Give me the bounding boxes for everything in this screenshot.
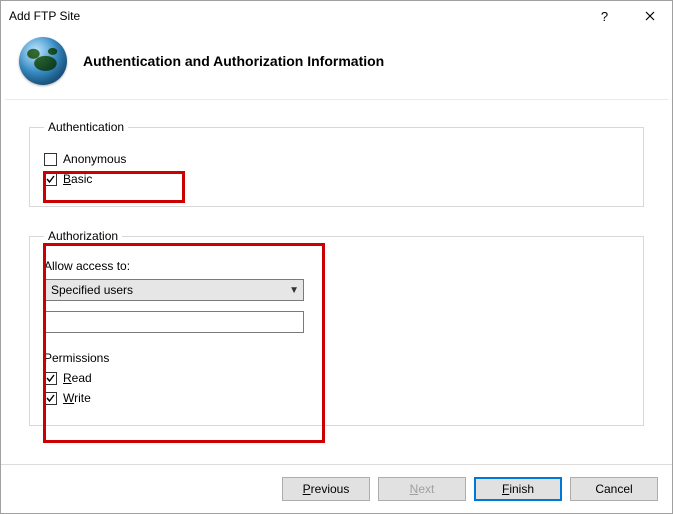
cancel-button[interactable]: Cancel bbox=[570, 477, 658, 501]
chevron-down-icon: ▼ bbox=[289, 285, 299, 296]
wizard-body: Authentication Anonymous Basic Authoriza… bbox=[1, 100, 672, 464]
wizard-header: Authentication and Authorization Informa… bbox=[1, 31, 672, 99]
read-row: Read bbox=[44, 371, 629, 385]
read-checkbox[interactable] bbox=[44, 372, 57, 385]
basic-row: Basic bbox=[44, 172, 629, 186]
allow-access-value: Specified users bbox=[51, 283, 133, 297]
allow-access-select[interactable]: Specified users ▼ bbox=[44, 279, 304, 301]
authorization-group: Authorization Allow access to: Specified… bbox=[29, 229, 644, 426]
users-input[interactable] bbox=[44, 311, 304, 333]
finish-button[interactable]: Finish bbox=[474, 477, 562, 501]
write-row: Write bbox=[44, 391, 629, 405]
help-button[interactable]: ? bbox=[582, 1, 627, 31]
wizard-footer: Previous Next Finish Cancel bbox=[1, 464, 672, 513]
authentication-group: Authentication Anonymous Basic bbox=[29, 120, 644, 207]
anonymous-label: Anonymous bbox=[63, 152, 126, 166]
read-label: Read bbox=[63, 371, 92, 385]
titlebar: Add FTP Site ? bbox=[1, 1, 672, 31]
write-label: Write bbox=[63, 391, 91, 405]
globe-icon bbox=[19, 37, 67, 85]
page-title: Authentication and Authorization Informa… bbox=[83, 53, 384, 69]
basic-checkbox[interactable] bbox=[44, 173, 57, 186]
anonymous-row: Anonymous bbox=[44, 152, 629, 166]
close-icon bbox=[645, 11, 655, 21]
previous-button[interactable]: Previous bbox=[282, 477, 370, 501]
allow-access-label: Allow access to: bbox=[44, 259, 629, 273]
basic-label: Basic bbox=[63, 172, 92, 186]
next-button: Next bbox=[378, 477, 466, 501]
authorization-legend: Authorization bbox=[44, 229, 122, 243]
dialog-add-ftp-site: Add FTP Site ? Authentication and Author… bbox=[0, 0, 673, 514]
permissions-label: Permissions bbox=[44, 351, 629, 365]
window-title: Add FTP Site bbox=[9, 9, 582, 23]
authentication-legend: Authentication bbox=[44, 120, 128, 134]
close-button[interactable] bbox=[627, 1, 672, 31]
write-checkbox[interactable] bbox=[44, 392, 57, 405]
anonymous-checkbox[interactable] bbox=[44, 153, 57, 166]
